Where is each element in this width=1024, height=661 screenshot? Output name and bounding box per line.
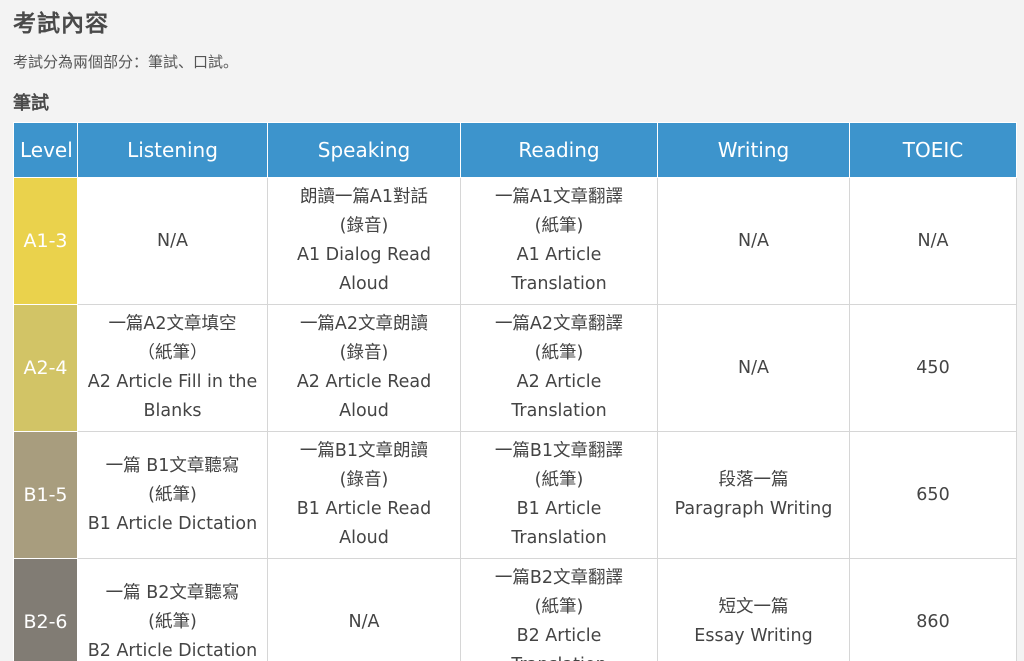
speaking-text-line: Aloud (339, 528, 389, 548)
speaking-text-line: B1 Article Read (296, 499, 432, 519)
reading-text-line: (紙筆) (534, 470, 584, 490)
speaking-text-line: (錄音) (339, 343, 389, 363)
speaking-cell: N/A (267, 558, 461, 661)
writing-text-line: Paragraph Writing (674, 499, 833, 519)
listening-text-line: 一篇 B1文章聽寫 (105, 455, 240, 476)
writing-text-line: 短文一篇 (718, 597, 789, 617)
table-row: A1-3 N/A 朗讀一篇A1對話 (錄音) A1 Dialog Read Aloud 一篇… (13, 177, 1017, 305)
reading-text-line: (紙筆) (534, 343, 584, 363)
reading-cell: 一篇B2文章翻譯 (紙筆) B2 Article Translation (460, 558, 658, 661)
listening-text-line: B2 Article Dictation (87, 640, 258, 661)
speaking-text-line: N/A (348, 611, 380, 632)
header-writing: Writing (657, 122, 850, 178)
listening-text-line: A2 Article Fill in the (87, 372, 258, 392)
listening-text-line: N/A (157, 230, 188, 251)
page: 考試內容 考試分為兩個部分：筆試、口試。 筆試 Level Listening … (0, 0, 1024, 661)
listening-cell: N/A (77, 177, 268, 305)
level-cell: A1-3 (13, 177, 78, 305)
writing-text-line: N/A (738, 357, 769, 378)
speaking-text-line: A1 Dialog Read (297, 245, 431, 265)
speaking-text-line: A2 Article Read (296, 372, 432, 392)
table-row: B2-6 一篇 B2文章聽寫 (紙筆) B2 Article Dictation N/A… (13, 558, 1017, 661)
writing-cell: N/A (657, 304, 850, 432)
speaking-cell: 一篇B1文章朗讀 (錄音) B1 Article Read Aloud (267, 431, 461, 559)
speaking-text-line: 朗讀一篇A1對話 (299, 187, 429, 207)
reading-cell: 一篇A1文章翻譯 (紙筆) A1 Article Translation (460, 177, 658, 305)
level-cell: B2-6 (13, 558, 78, 661)
table-header-row: Level Listening Speaking Reading Writing… (13, 122, 1017, 178)
level-cell: A2-4 (13, 304, 78, 432)
speaking-cell: 一篇A2文章朗讀 (錄音) A2 Article Read Aloud (267, 304, 461, 432)
writing-text-line: Essay Writing (694, 626, 813, 646)
speaking-text-line: 一篇A2文章朗讀 (299, 314, 429, 334)
intro-text: 考試分為兩個部分：筆試、口試。 (13, 53, 239, 71)
listening-text-line: 一篇A2文章填空 (108, 314, 237, 334)
writing-cell: N/A (657, 177, 850, 305)
reading-text-line: 一篇A2文章翻譯 (494, 314, 624, 334)
exam-table: Level Listening Speaking Reading Writing… (13, 122, 1017, 661)
section-heading: 筆試 (13, 93, 49, 114)
reading-text-line: B2 Article Translation (511, 626, 606, 661)
listening-text-line: （紙筆） (137, 343, 208, 363)
speaking-text-line: (錄音) (339, 216, 389, 236)
reading-text-line: 一篇A1文章翻譯 (494, 187, 624, 207)
reading-text-line: A2 Article Translation (511, 372, 607, 421)
writing-text-line: 段落一篇 (718, 470, 789, 490)
speaking-text-line: Aloud (339, 401, 389, 421)
reading-text-line: B1 Article Translation (511, 499, 607, 548)
listening-text-line: 一篇 B2文章聽寫 (105, 582, 240, 603)
table-body: A1-3 N/A 朗讀一篇A1對話 (錄音) A1 Dialog Read Aloud 一篇… (13, 177, 1017, 661)
listening-text-line: B1 Article Dictation (87, 513, 258, 534)
header-speaking: Speaking (267, 122, 461, 178)
header-toeic: TOEIC (849, 122, 1017, 178)
listening-text-line: (紙筆) (148, 484, 197, 505)
table-row: A2-4 一篇A2文章填空 （紙筆） A2 Article Fill in the Bl… (13, 304, 1017, 432)
reading-text-line: 一篇B1文章翻譯 (494, 441, 624, 461)
toeic-cell: 860 (849, 558, 1017, 661)
speaking-text-line: (錄音) (339, 470, 389, 490)
reading-text-line: (紙筆) (534, 597, 584, 617)
reading-text-line: A1 Article Translation (511, 245, 607, 294)
reading-cell: 一篇A2文章翻譯 (紙筆) A2 Article Translation (460, 304, 658, 432)
reading-text-line: 一篇B2文章翻譯 (494, 568, 624, 588)
listening-cell: 一篇A2文章填空 （紙筆） A2 Article Fill in the Blanks (77, 304, 268, 432)
speaking-text-line: Aloud (339, 274, 389, 294)
page-title: 考試內容 (13, 11, 109, 37)
listening-cell: 一篇 B2文章聽寫 (紙筆) B2 Article Dictation (77, 558, 268, 661)
table-row: B1-5 一篇 B1文章聽寫 (紙筆) B1 Article Dictation 一篇B… (13, 431, 1017, 559)
writing-cell: 段落一篇 Paragraph Writing (657, 431, 850, 559)
writing-text-line: N/A (738, 230, 769, 251)
level-cell: B1-5 (13, 431, 78, 559)
listening-text-line: Blanks (143, 401, 202, 421)
speaking-text-line: 一篇B1文章朗讀 (299, 441, 429, 461)
header-level: Level (13, 122, 78, 178)
writing-cell: 短文一篇 Essay Writing (657, 558, 850, 661)
speaking-cell: 朗讀一篇A1對話 (錄音) A1 Dialog Read Aloud (267, 177, 461, 305)
toeic-cell: N/A (849, 177, 1017, 305)
toeic-cell: 450 (849, 304, 1017, 432)
reading-text-line: (紙筆) (534, 216, 584, 236)
reading-cell: 一篇B1文章翻譯 (紙筆) B1 Article Translation (460, 431, 658, 559)
listening-text-line: (紙筆) (148, 611, 197, 632)
header-reading: Reading (460, 122, 658, 178)
header-listening: Listening (77, 122, 268, 178)
toeic-cell: 650 (849, 431, 1017, 559)
listening-cell: 一篇 B1文章聽寫 (紙筆) B1 Article Dictation (77, 431, 268, 559)
